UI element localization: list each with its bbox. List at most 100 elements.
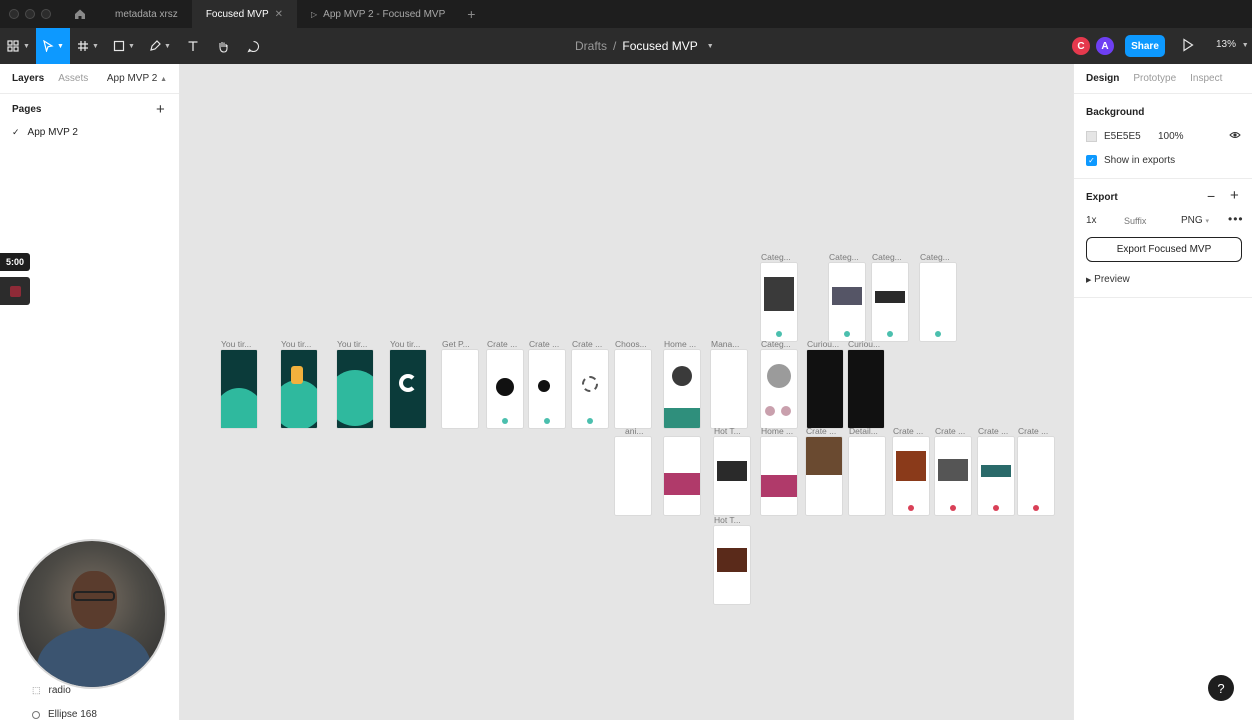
frame-label: Crate ... (572, 339, 603, 349)
zoom-level: 13% (1216, 39, 1237, 50)
design-canvas[interactable]: You tir... You tir... You tir... You tir… (180, 64, 1073, 720)
export-scale-select[interactable]: 1x (1086, 215, 1097, 226)
zoom-dropdown[interactable]: 13% ▼ (1216, 39, 1249, 50)
frame-onboarding-2[interactable] (281, 350, 317, 428)
pages-heading: Pages (12, 104, 42, 115)
avatar[interactable]: C (1072, 37, 1090, 55)
page-list-item[interactable]: ✓ App MVP 2 (12, 127, 78, 138)
export-format-label: PNG (1181, 215, 1203, 226)
chevron-down-icon[interactable]: ▼ (707, 43, 714, 50)
frame-label: Crate ... (893, 426, 924, 436)
frame-onboarding-4[interactable] (390, 350, 426, 428)
home-icon[interactable] (73, 7, 87, 21)
chevron-right-icon: ▶ (1086, 277, 1092, 284)
frame-tool-button[interactable]: ▼ (70, 28, 106, 64)
frame-crate-1[interactable] (487, 350, 523, 428)
frame-home-3[interactable] (761, 437, 797, 515)
tab-assets[interactable]: Assets (58, 73, 88, 84)
frame-label: Categ... (872, 252, 902, 262)
add-export-button[interactable]: + (1230, 187, 1239, 204)
frame-crate-5[interactable] (893, 437, 929, 515)
frame-crate-2[interactable] (529, 350, 565, 428)
presenter-body (37, 627, 151, 687)
tab-layers[interactable]: Layers (12, 73, 44, 84)
checkmark-icon: ✓ (12, 127, 20, 137)
background-opacity-input[interactable]: 100% (1158, 131, 1184, 142)
frame-crate-8[interactable] (1018, 437, 1054, 515)
frame-label: You tir... (390, 339, 421, 349)
help-button[interactable]: ? (1208, 675, 1234, 701)
tab-prototype[interactable]: Prototype (1133, 73, 1176, 84)
frame-label: Mana... (711, 339, 740, 349)
frame-label: ani... (625, 426, 644, 436)
move-tool-button[interactable]: ▼ (36, 28, 70, 64)
tab-prototype-view[interactable]: ▷ App MVP 2 - Focused MVP (297, 0, 459, 28)
close-tab-icon[interactable]: ✕ (275, 9, 283, 20)
new-tab-button[interactable]: + (467, 6, 475, 22)
file-title[interactable]: Focused MVP (622, 39, 697, 53)
breadcrumb-drafts[interactable]: Drafts (575, 39, 607, 53)
frame-hot-takes-1[interactable] (714, 437, 750, 515)
main-menu-button[interactable]: ▼ (0, 28, 36, 64)
minimize-window-button[interactable] (25, 9, 35, 19)
background-hex-input[interactable]: E5E5E5 (1104, 131, 1141, 142)
present-button[interactable] (1182, 38, 1194, 55)
tab-design[interactable]: Design (1086, 73, 1119, 84)
frame-curious-1[interactable] (807, 350, 843, 428)
frame-hot-takes-2[interactable] (714, 526, 750, 604)
comment-tool-button[interactable] (238, 28, 268, 64)
page-selector-label: App MVP 2 (106, 73, 158, 84)
ellipse-icon (32, 710, 40, 719)
frame-onboarding-3[interactable] (337, 350, 373, 428)
hand-tool-button[interactable] (208, 28, 238, 64)
tab-focused-mvp[interactable]: Focused MVP ✕ (191, 0, 298, 28)
export-suffix-input[interactable] (1124, 212, 1170, 229)
frame-animation[interactable] (615, 437, 651, 515)
frame-category-4[interactable] (920, 263, 956, 341)
frame-crate-6[interactable] (935, 437, 971, 515)
share-button[interactable]: Share (1125, 35, 1165, 57)
avatar[interactable]: A (1096, 37, 1114, 55)
frame-category-5[interactable] (761, 350, 797, 428)
remove-export-button[interactable]: − (1207, 188, 1215, 204)
frame-crate-3[interactable] (572, 350, 608, 428)
play-icon (1183, 38, 1194, 52)
add-page-button[interactable]: + (156, 101, 165, 118)
shape-tool-button[interactable]: ▼ (106, 28, 142, 64)
frame-home-1[interactable] (664, 350, 700, 428)
frame-home-2[interactable] (664, 437, 700, 515)
frame-onboarding-1[interactable] (221, 350, 257, 428)
tab-metadata[interactable]: metadata xrsz (101, 0, 192, 28)
frame-choose-interests[interactable] (615, 350, 651, 428)
tab-inspect[interactable]: Inspect (1190, 73, 1222, 84)
frame-category-2[interactable] (829, 263, 865, 341)
frame-category-1[interactable] (761, 263, 797, 341)
frame-label: Choos... (615, 339, 647, 349)
text-tool-button[interactable] (178, 28, 208, 64)
more-options-icon[interactable]: ••• (1228, 212, 1244, 226)
pen-tool-button[interactable]: ▼ (142, 28, 178, 64)
frame-label: Crate ... (529, 339, 560, 349)
background-color-swatch[interactable] (1086, 131, 1097, 142)
frame-curious-2[interactable] (848, 350, 884, 428)
text-icon (188, 41, 198, 51)
page-selector[interactable]: App MVP 2 ▲ (107, 73, 167, 84)
show-in-exports-checkbox[interactable]: ✓ (1086, 155, 1097, 166)
frame-label: Get P... (442, 339, 470, 349)
eye-icon[interactable] (1229, 130, 1241, 143)
stop-recording-button[interactable] (0, 277, 30, 305)
frame-crate-4[interactable] (806, 437, 842, 515)
export-button[interactable]: Export Focused MVP (1086, 237, 1242, 262)
export-format-select[interactable]: PNG ▾ (1181, 215, 1209, 226)
frame-category-3[interactable] (872, 263, 908, 341)
layer-item-ellipse[interactable]: Ellipse 168 (32, 709, 97, 720)
close-window-button[interactable] (9, 9, 19, 19)
preview-toggle[interactable]: ▶ Preview (1086, 274, 1130, 285)
frame-detail[interactable] (849, 437, 885, 515)
frame-get-phone[interactable] (442, 350, 478, 428)
maximize-window-button[interactable] (41, 9, 51, 19)
frame-label: Crate ... (935, 426, 966, 436)
frame-manage[interactable] (711, 350, 747, 428)
frame-crate-7[interactable] (978, 437, 1014, 515)
breadcrumb-separator: / (613, 39, 617, 53)
